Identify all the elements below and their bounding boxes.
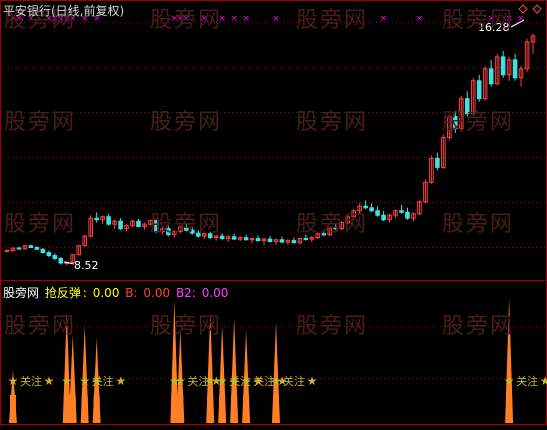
x-marker: × bbox=[242, 14, 250, 24]
watermark: 股旁网 bbox=[4, 212, 77, 237]
candle-body bbox=[28, 245, 34, 248]
indicator-spike-base bbox=[171, 395, 178, 423]
signal-star-icon: ★ bbox=[217, 374, 228, 388]
candle-body bbox=[255, 238, 261, 242]
indicator-spike-base bbox=[231, 395, 238, 423]
signal-star-icon: ★ bbox=[271, 374, 282, 388]
indicator-header: 股旁网 抢反弹: 0.00 B: 0.00 B2: 0.00 bbox=[3, 286, 229, 300]
b-value: 0.00 bbox=[143, 286, 171, 300]
chart-title: 平安银行(日线,前复权) bbox=[3, 4, 125, 18]
candle-body bbox=[40, 248, 46, 254]
candle-body bbox=[303, 238, 309, 241]
indicator-spike-base bbox=[81, 395, 88, 423]
signal-star-icon: ★ bbox=[540, 374, 547, 388]
indicator-spikes bbox=[8, 298, 514, 423]
indicator-spike-base bbox=[243, 395, 250, 423]
x-marker: × bbox=[230, 14, 238, 24]
candle-body bbox=[231, 236, 237, 240]
candle-body bbox=[243, 237, 249, 241]
indicator-spike-base bbox=[506, 395, 513, 423]
candle-body bbox=[375, 210, 380, 216]
candle-body bbox=[399, 210, 404, 213]
signal-star-icon: ★ bbox=[79, 374, 90, 388]
candle-body bbox=[488, 68, 494, 85]
indicator-spike-base bbox=[69, 395, 76, 423]
watermark: 股旁网 bbox=[296, 110, 369, 135]
watermark: 股旁网 bbox=[296, 314, 369, 339]
watermark: 股旁网 bbox=[150, 212, 223, 237]
signal-label: 关注 bbox=[516, 374, 538, 388]
price-low-label: 8.52 bbox=[74, 259, 99, 272]
signal-star-icon: ★ bbox=[504, 374, 515, 388]
indicator-spike-base bbox=[177, 395, 184, 423]
candle-body bbox=[512, 59, 518, 79]
diamond-icon[interactable] bbox=[532, 4, 542, 14]
signal-star-icon: ★ bbox=[61, 374, 72, 388]
watermark: 股旁网 bbox=[150, 110, 223, 135]
candle-body bbox=[500, 56, 506, 76]
signal-label: 关注 bbox=[283, 374, 305, 388]
signal-star-icon: ★ bbox=[44, 374, 55, 388]
b-label: B: bbox=[125, 286, 138, 300]
signal-star-icon: ★ bbox=[175, 374, 186, 388]
candle-body bbox=[435, 157, 440, 168]
watermark: 股旁网 bbox=[442, 212, 515, 237]
signal-labels: ★ 关注 ★ ★ ★ 关注 ★★ ★★ 关注 ★★ ★ 关注 ★★ ★ 关注 ★★ 关注 ★ ★ 关注 ★ bbox=[8, 374, 547, 388]
indicator-value: 0.00 bbox=[92, 286, 120, 300]
signal-star-icon: ★ bbox=[8, 374, 19, 388]
signal-label: 关注 bbox=[20, 374, 42, 388]
indicator-name: 抢反弹 bbox=[44, 286, 81, 300]
signal-star-icon: ★ bbox=[115, 374, 126, 388]
watermark: 股旁网 bbox=[442, 314, 515, 339]
candle-body bbox=[279, 239, 285, 243]
candle-body bbox=[106, 216, 111, 225]
candle-body bbox=[369, 207, 374, 212]
indicator-spike-base bbox=[272, 395, 279, 423]
candle-body bbox=[58, 258, 64, 264]
b2-label: B2: bbox=[175, 286, 196, 300]
chart-stage: × × × × × × × × × × × × × × × × × × × × × × × ★ 关注 ★ ★ ★ 关注 ★ ★ ★ ★ 关注 ★ ★… bbox=[0, 0, 547, 426]
candle-body bbox=[476, 80, 482, 100]
watermark: 股旁网 bbox=[4, 314, 77, 339]
candle-body bbox=[16, 247, 22, 250]
watermark: 股旁网 bbox=[4, 110, 77, 135]
candle-body bbox=[267, 238, 273, 243]
candle-body bbox=[4, 249, 10, 252]
watermark: 股旁网 bbox=[150, 314, 223, 339]
watermark: 股旁网 bbox=[442, 8, 515, 33]
candle-body bbox=[34, 246, 40, 250]
signal-star-icon: ★ bbox=[229, 374, 240, 388]
candle-body bbox=[136, 220, 141, 228]
diamond-icon[interactable] bbox=[518, 4, 528, 14]
x-marker: × bbox=[416, 14, 424, 24]
signal-star-icon: ★ bbox=[91, 374, 102, 388]
signal-star-icon: ★ bbox=[205, 374, 216, 388]
indicator-watermark-label: 股旁网 bbox=[3, 286, 40, 300]
signal-star-icon: ★ bbox=[307, 374, 318, 388]
watermark: 股旁网 bbox=[442, 110, 515, 135]
x-marker: × bbox=[272, 14, 280, 24]
indicator-spike-base bbox=[219, 395, 226, 423]
indicator-spike-base bbox=[207, 395, 214, 423]
indicator-spike-base bbox=[93, 395, 100, 423]
candle-body bbox=[94, 217, 99, 221]
indicator-spike-base bbox=[9, 395, 16, 423]
x-marker: × bbox=[380, 14, 388, 24]
candle-body bbox=[381, 214, 386, 221]
candle-body bbox=[46, 252, 52, 257]
watermark: 股旁网 bbox=[296, 212, 369, 237]
signal-star-icon: ★ bbox=[241, 374, 252, 388]
watermark: 股旁网 bbox=[150, 8, 223, 33]
indicator-spike-base bbox=[63, 395, 70, 423]
candle-body bbox=[118, 220, 123, 230]
candle-body bbox=[291, 240, 297, 244]
candle-body bbox=[52, 255, 58, 260]
watermark: 股旁网 bbox=[296, 8, 369, 33]
b2-value: 0.00 bbox=[201, 286, 229, 300]
candle-body bbox=[405, 211, 410, 219]
